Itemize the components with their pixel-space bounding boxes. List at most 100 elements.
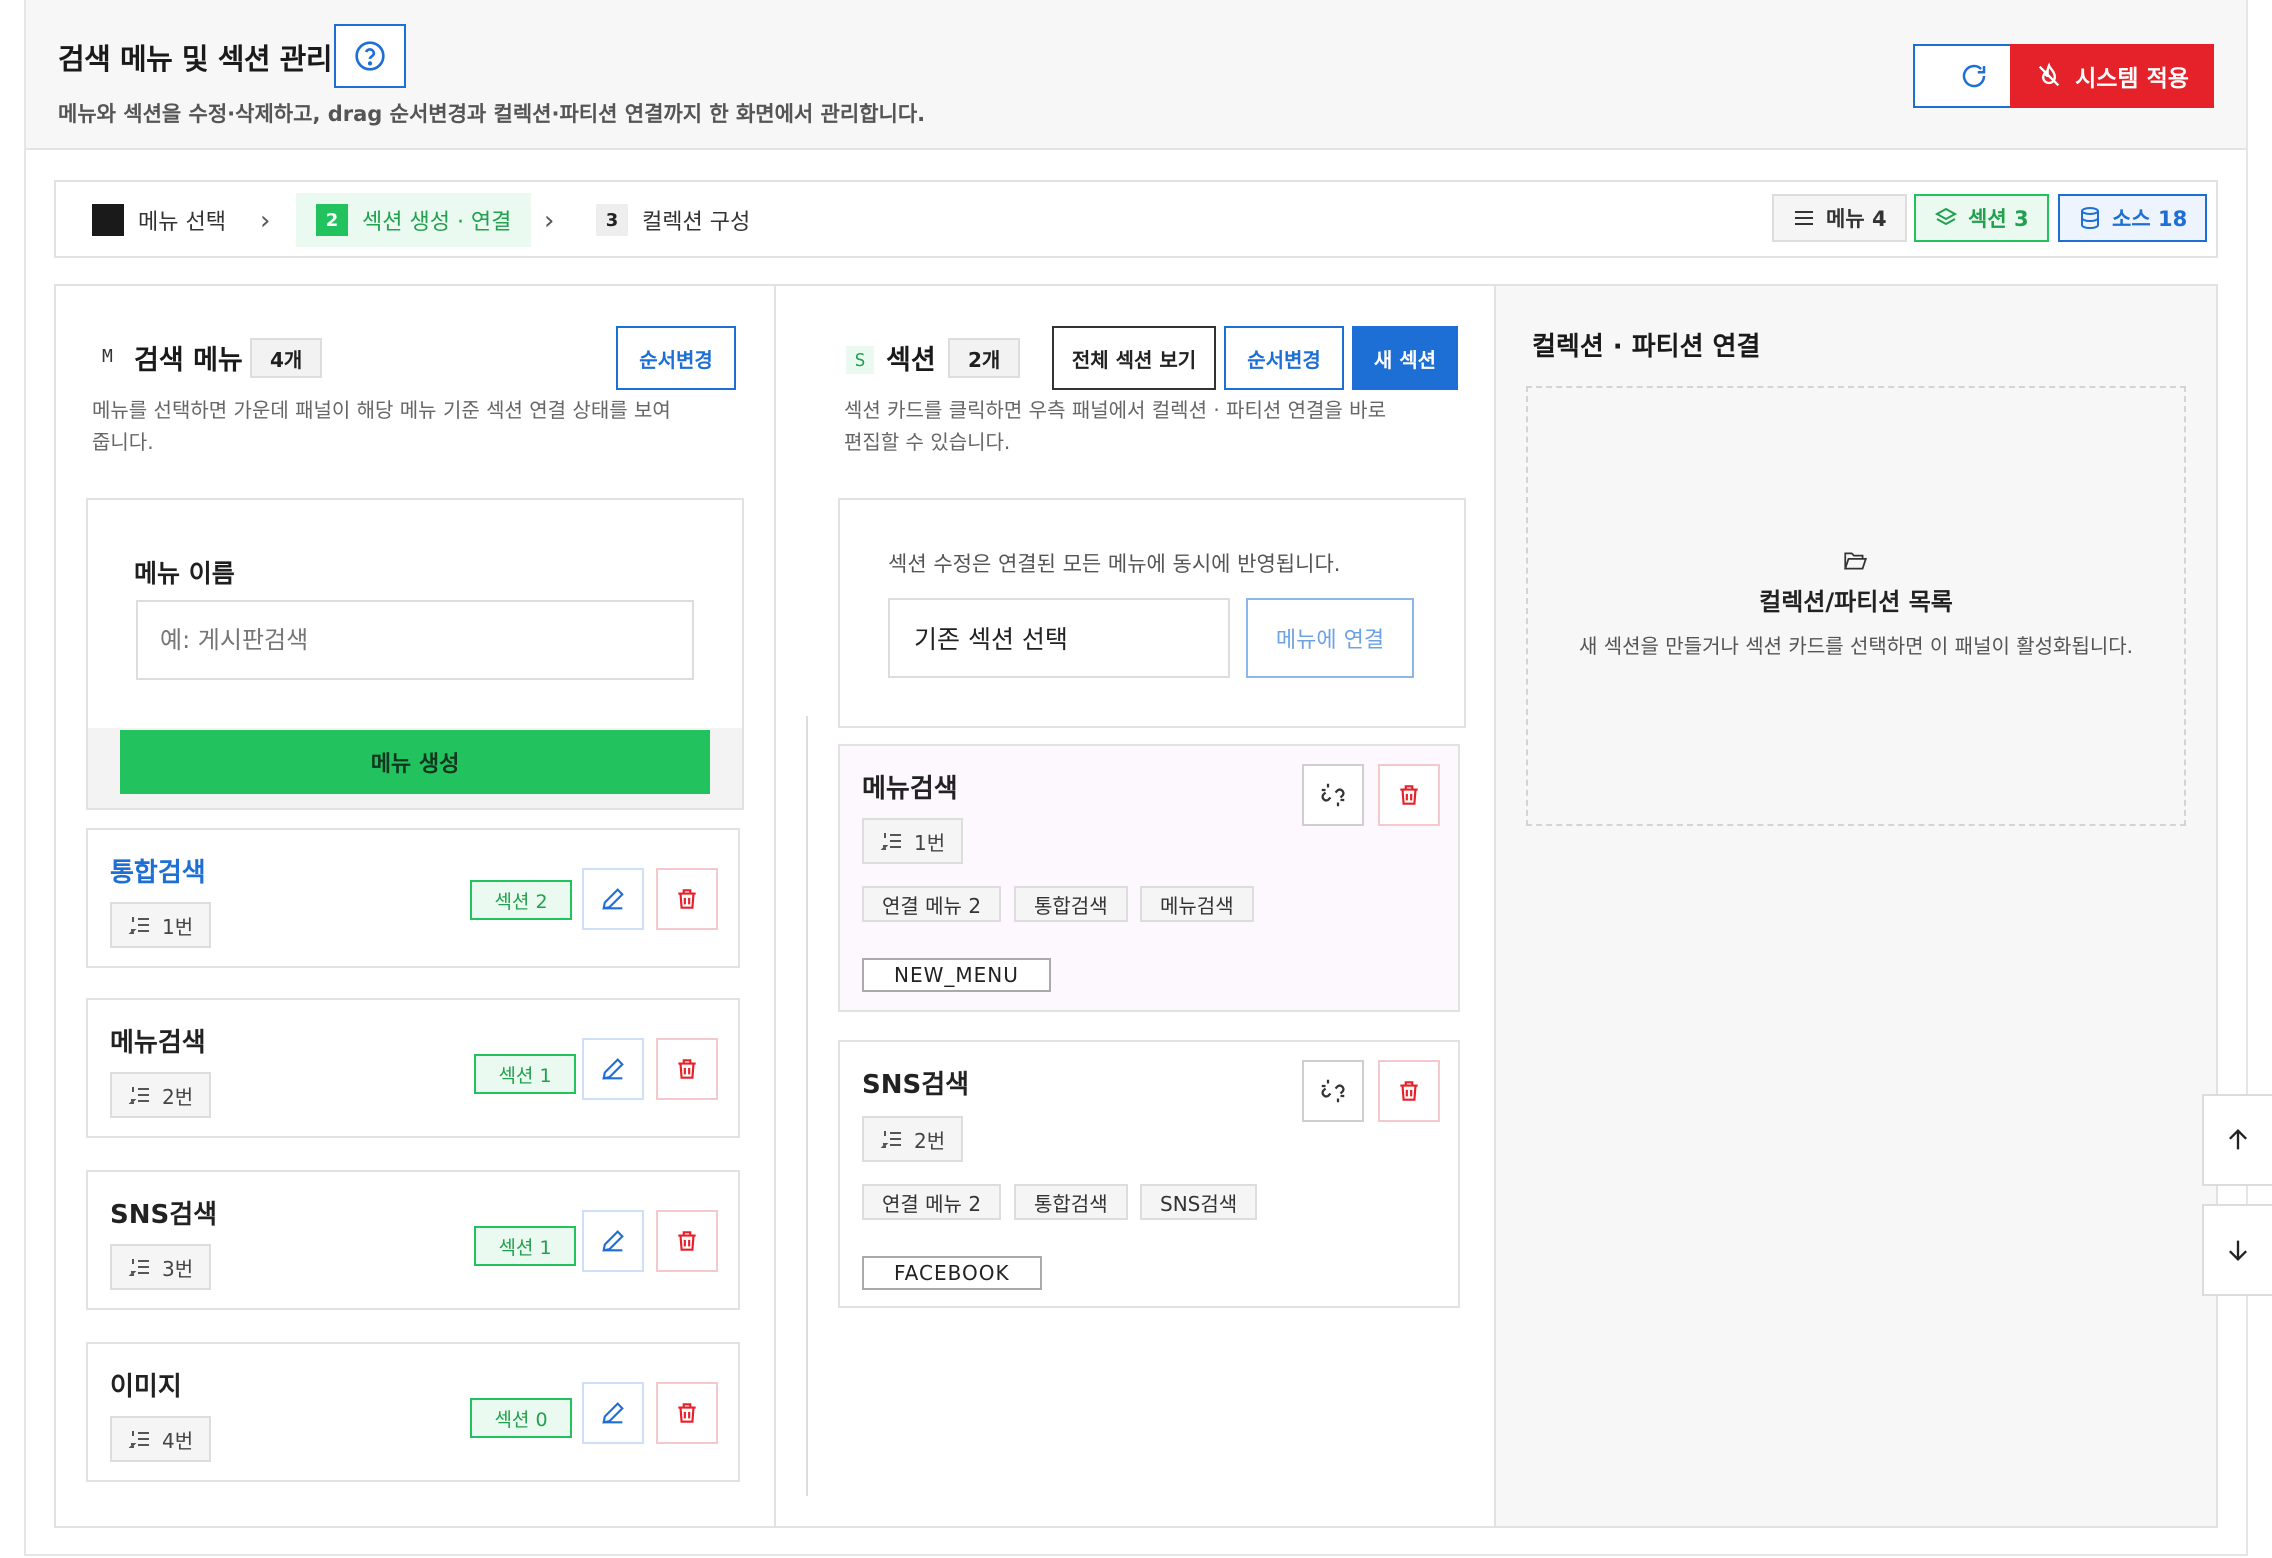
unlink-icon (1321, 783, 1345, 807)
collection-empty-title: 컬렉션/파티션 목록 (1759, 588, 1953, 616)
step-label: 컬렉션 구성 (642, 210, 751, 235)
desc-line: 줍니다. (92, 430, 154, 454)
section-code-chip: FACEBOOK (862, 1256, 1042, 1290)
link-to-menu-button[interactable]: 메뉴에 연결 (1246, 598, 1414, 678)
menu-card-4[interactable]: 이미지 4번 섹션 0 (86, 1342, 740, 1482)
section-reorder-button[interactable]: 순서변경 (1224, 326, 1344, 390)
edit-menu-button[interactable] (582, 868, 644, 930)
section-card-name: SNS검색 (862, 1070, 970, 1100)
unlink-section-button[interactable] (1302, 1060, 1364, 1122)
delete-menu-button[interactable] (656, 1038, 718, 1100)
delete-menu-button[interactable] (656, 868, 718, 930)
page-subtitle: 메뉴와 섹션을 수정·삭제하고, drag 순서변경과 컬렉션·파티션 연결까지… (58, 102, 926, 126)
step-collection[interactable]: 3 컬렉션 구성 (576, 193, 770, 247)
scroll-down-button[interactable] (2202, 1204, 2272, 1296)
trash-icon (678, 1059, 696, 1079)
order-badge: 1번 (110, 902, 212, 948)
step-number: 2 (316, 204, 348, 236)
divider (806, 716, 808, 1496)
new-section-button[interactable]: 새 섹션 (1352, 326, 1458, 390)
order-label: 2번 (162, 1084, 194, 1109)
ordered-list-icon (128, 1259, 149, 1276)
linked-menu-count-chip: 연결 메뉴 2 (862, 1184, 1002, 1220)
chevron-right-icon: › (544, 206, 555, 236)
delete-menu-button[interactable] (656, 1210, 718, 1272)
pencil-icon (602, 1402, 624, 1424)
order-label: 3번 (162, 1256, 194, 1281)
section-card-1[interactable]: 메뉴검색 1번 연결 메뉴 2 통합검색 메뉴검색 NEW_MENU (838, 744, 1460, 1012)
refresh-icon (1962, 64, 1986, 88)
ordered-list-icon (880, 1131, 901, 1148)
desc-line: 섹션 카드를 클릭하면 우측 패널에서 컬렉션 · 파티션 연결을 바로 (844, 398, 1386, 422)
menu-card-3[interactable]: SNS검색 3번 섹션 1 (86, 1170, 740, 1310)
menu-icon (1795, 211, 1813, 225)
existing-section-select[interactable]: 기존 섹션 선택 (888, 598, 1230, 678)
linked-menu-chip: SNS검색 (1140, 1184, 1258, 1220)
ordered-list-icon (128, 917, 149, 934)
arrow-up-icon (2229, 1129, 2247, 1150)
desc-line: 편집할 수 있습니다. (844, 430, 1011, 454)
trash-icon (678, 1231, 696, 1251)
order-badge: 1번 (862, 818, 964, 864)
trash-icon (1400, 1081, 1418, 1101)
menu-card-name: 메뉴검색 (110, 1028, 206, 1058)
section-card-2[interactable]: SNS검색 2번 연결 메뉴 2 통합검색 SNS검색 FACEBOOK (838, 1040, 1460, 1308)
order-badge: 4번 (110, 1416, 212, 1462)
section-note: 섹션 수정은 연결된 모든 메뉴에 동시에 반영됩니다. (888, 552, 1341, 576)
menu-card-2[interactable]: 메뉴검색 2번 섹션 1 (86, 998, 740, 1138)
delete-menu-button[interactable] (656, 1382, 718, 1444)
section-count-badge: 섹션 2 (470, 880, 572, 920)
linked-menu-count-chip: 연결 메뉴 2 (862, 886, 1002, 922)
delete-section-button[interactable] (1378, 1060, 1440, 1122)
apply-system-button[interactable]: 시스템 적용 (2010, 44, 2214, 108)
desc-line: 메뉴를 선택하면 가운데 패널이 해당 메뉴 기준 섹션 연결 상태를 보여 (92, 398, 671, 422)
menu-reorder-button[interactable]: 순서변경 (616, 326, 736, 390)
stat-label: 소스 18 (2112, 207, 2188, 231)
apply-label: 시스템 적용 (2075, 66, 2189, 92)
scroll-up-button[interactable] (2202, 1094, 2272, 1186)
section-panel-title: 섹션 (886, 345, 936, 376)
menu-card-1[interactable]: 통합검색 1번 섹션 2 (86, 828, 740, 968)
order-badge: 3번 (110, 1244, 212, 1290)
section-count-badge: 섹션 0 (470, 1398, 572, 1438)
view-all-sections-button[interactable]: 전체 섹션 보기 (1052, 326, 1216, 390)
edit-menu-button[interactable] (582, 1038, 644, 1100)
menu-card-name: 통합검색 (110, 858, 206, 888)
edit-menu-button[interactable] (582, 1210, 644, 1272)
ordered-list-icon (128, 1431, 149, 1448)
section-count-badge: 섹션 1 (474, 1226, 576, 1266)
menu-panel-title: 검색 메뉴 (134, 345, 243, 376)
help-button[interactable] (334, 24, 406, 88)
edit-menu-button[interactable] (582, 1382, 644, 1444)
collection-empty-desc: 새 섹션을 만들거나 섹션 카드를 선택하면 이 패널이 활성화됩니다. (1578, 634, 2134, 658)
unlink-icon (1321, 1079, 1345, 1103)
delete-section-button[interactable] (1378, 764, 1440, 826)
step-number: 3 (596, 204, 628, 236)
menu-name-input[interactable] (136, 600, 694, 680)
trash-icon (678, 1403, 696, 1423)
stat-menu: 메뉴 4 (1772, 194, 1907, 242)
order-label: 2번 (914, 1128, 946, 1153)
arrow-down-icon (2229, 1240, 2247, 1261)
layers-icon (1934, 207, 1958, 226)
menu-name-label: 메뉴 이름 (134, 559, 235, 588)
ordered-list-icon (880, 833, 901, 850)
step-section-link[interactable]: 2 섹션 생성 · 연결 (296, 193, 532, 247)
order-label: 1번 (914, 830, 946, 855)
unlink-section-button[interactable] (1302, 764, 1364, 826)
section-code-chip: NEW_MENU (862, 958, 1051, 992)
pencil-icon (602, 1058, 624, 1080)
create-menu-button[interactable]: 메뉴 생성 (120, 730, 710, 794)
chevron-right-icon: › (260, 206, 271, 236)
order-badge: 2번 (862, 1116, 964, 1162)
step-label: 섹션 생성 · 연결 (362, 210, 512, 235)
trash-icon (1400, 785, 1418, 805)
linked-menu-chip: 통합검색 (1014, 1184, 1128, 1220)
order-label: 1번 (162, 914, 194, 939)
step-menu-select[interactable]: 1 메뉴 선택 (72, 193, 246, 247)
stat-label: 섹션 3 (1968, 207, 2029, 231)
page-title: 검색 메뉴 및 섹션 관리 (58, 42, 333, 76)
linked-menu-chip: 메뉴검색 (1140, 886, 1254, 922)
order-label: 4번 (162, 1428, 194, 1453)
stat-label: 메뉴 4 (1826, 207, 1887, 231)
